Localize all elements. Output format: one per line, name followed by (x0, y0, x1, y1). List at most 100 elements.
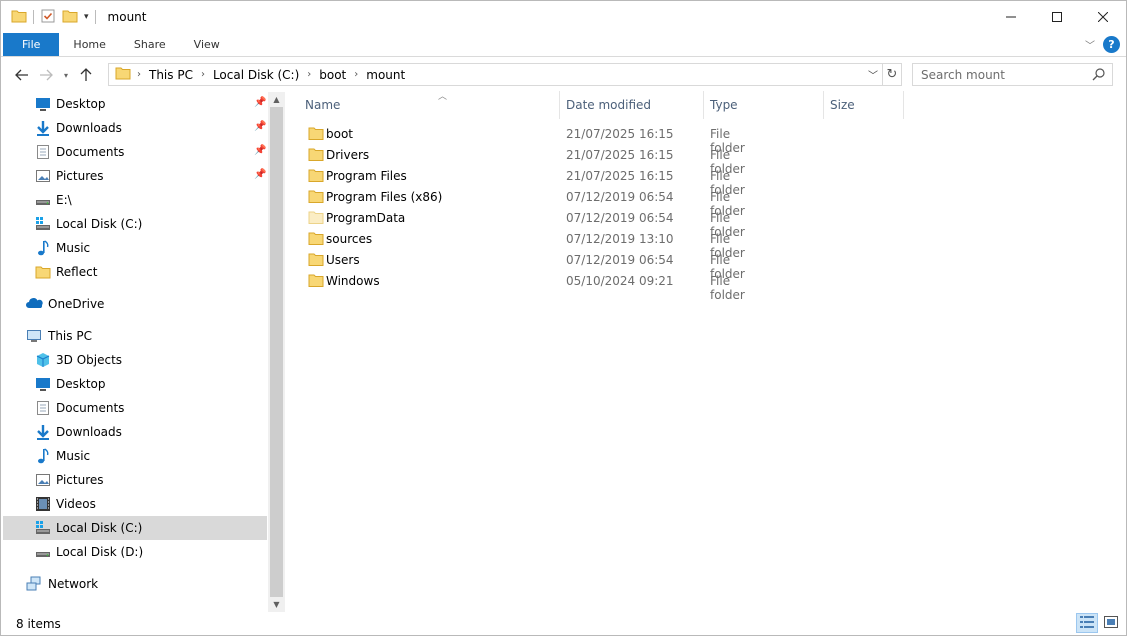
sidebar-item-pictures[interactable]: Pictures 📌 (3, 164, 267, 188)
search-icon (1092, 67, 1106, 84)
pin-icon[interactable]: 📌 (254, 121, 266, 132)
close-button[interactable] (1080, 1, 1126, 33)
sidebar-item-documents[interactable]: Documents 📌 (3, 140, 267, 164)
sidebar-scrollbar[interactable]: ▲ ▼ (268, 92, 285, 612)
search-input[interactable]: Search mount (912, 63, 1113, 86)
sidebar-item-videos[interactable]: Videos (3, 492, 267, 516)
file-row[interactable]: Program Files (x86) 07/12/2019 06:54 Fil… (306, 186, 766, 218)
column-header-name[interactable]: ︿ Name (299, 91, 560, 119)
sidebar-item-pictures-pc[interactable]: Pictures (3, 468, 267, 492)
sidebar-item-label: Local Disk (C:) (56, 217, 143, 231)
sidebar-item-local-disk-c-pc[interactable]: Local Disk (C:) (3, 516, 267, 540)
properties-icon[interactable] (40, 8, 56, 27)
sidebar-item-reflect[interactable]: Reflect (3, 260, 267, 284)
sidebar-item-desktop-pc[interactable]: Desktop (3, 372, 267, 396)
tab-view[interactable]: View (180, 33, 234, 56)
file-name: boot (326, 127, 354, 141)
forward-button[interactable] (35, 64, 57, 86)
file-list: ︿ Name Date modified Type Size boot 21/0… (286, 89, 1126, 609)
sidebar-item-label: Local Disk (C:) (56, 521, 143, 535)
sidebar-item-this-pc[interactable]: This PC (3, 324, 267, 348)
file-row[interactable]: Windows 05/10/2024 09:21 File folder (306, 270, 766, 302)
sidebar-item-downloads-pc[interactable]: Downloads (3, 420, 267, 444)
onedrive-icon (26, 296, 43, 312)
pin-icon[interactable]: 📌 (254, 169, 266, 180)
column-header-size[interactable]: Size (824, 91, 904, 119)
chevron-down-icon[interactable]: ﹀ (868, 67, 878, 82)
refresh-icon: ↻ (886, 67, 898, 82)
sidebar-item-label: This PC (48, 329, 92, 343)
file-row[interactable]: Drivers 21/07/2025 16:15 File folder (306, 144, 766, 176)
file-row[interactable]: boot 21/07/2025 16:15 File folder (306, 123, 766, 155)
window-controls (988, 1, 1126, 33)
downloads-icon (35, 424, 51, 440)
up-button[interactable] (75, 64, 97, 86)
help-icon[interactable]: ? (1103, 36, 1120, 53)
sidebar-item-3d-objects[interactable]: 3D Objects (3, 348, 267, 372)
file-date: 07/12/2019 06:54 (566, 253, 674, 267)
column-header-date[interactable]: Date modified (560, 91, 704, 119)
tab-home[interactable]: Home (59, 33, 119, 56)
tab-share[interactable]: Share (120, 33, 180, 56)
ribbon-right: ﹀ ? (1085, 36, 1120, 53)
sidebar-item-music[interactable]: Music (3, 236, 267, 260)
pin-icon[interactable]: 📌 (254, 97, 266, 108)
scrollbar-thumb[interactable] (270, 107, 283, 597)
sidebar-item-label: Network (48, 577, 99, 591)
scroll-down-icon[interactable]: ▼ (268, 597, 285, 612)
breadcrumb-boot[interactable]: boot (319, 68, 346, 82)
sidebar-item-music-pc[interactable]: Music (3, 444, 267, 468)
expand-ribbon-icon[interactable]: ﹀ (1085, 37, 1095, 52)
refresh-button[interactable]: ↻ (883, 63, 902, 86)
sidebar-item-e-drive[interactable]: E:\ (3, 188, 267, 212)
sidebar-item-label: Pictures (56, 473, 104, 487)
file-row[interactable]: Program Files 21/07/2025 16:15 File fold… (306, 165, 766, 197)
chevron-right-icon[interactable]: › (307, 69, 311, 80)
address-bar[interactable]: › This PC › Local Disk (C:) › boot › mou… (108, 63, 883, 86)
chevron-right-icon[interactable]: › (354, 69, 358, 80)
sidebar-item-label: 3D Objects (56, 353, 123, 367)
system-drive-icon (35, 216, 51, 232)
file-row[interactable]: Users 07/12/2019 06:54 File folder (306, 249, 766, 281)
sidebar-item-downloads[interactable]: Downloads 📌 (3, 116, 267, 140)
drive-icon (35, 544, 51, 560)
file-date: 05/10/2024 09:21 (566, 274, 674, 288)
details-view-icon (1080, 615, 1094, 631)
breadcrumb-local-disk[interactable]: Local Disk (C:) (213, 68, 299, 82)
sidebar-item-network[interactable]: Network (3, 572, 267, 596)
sidebar-item-onedrive[interactable]: OneDrive (3, 292, 267, 316)
scroll-up-icon[interactable]: ▲ (268, 92, 285, 107)
file-date: 21/07/2025 16:15 (566, 148, 674, 162)
customize-toolbar-icon[interactable]: ▾ (84, 12, 89, 22)
details-view-button[interactable] (1076, 613, 1098, 633)
sidebar-item-label: Music (56, 449, 91, 463)
sidebar-item-local-disk-d[interactable]: Local Disk (D:) (3, 540, 267, 564)
navigation-bar: ▾ › This PC › Local Disk (C:) › boot › m… (1, 61, 1126, 89)
folder-icon (35, 264, 51, 280)
minimize-button[interactable] (988, 1, 1034, 33)
file-row[interactable]: ProgramData 07/12/2019 06:54 File folder (306, 207, 766, 239)
nav-buttons: ▾ (11, 64, 97, 86)
folder-icon (115, 65, 131, 84)
sidebar-item-desktop[interactable]: Desktop 📌 (3, 92, 267, 116)
chevron-right-icon[interactable]: › (137, 69, 141, 80)
chevron-right-icon[interactable]: › (201, 69, 205, 80)
maximize-button[interactable] (1034, 1, 1080, 33)
breadcrumb-this-pc[interactable]: This PC (149, 68, 193, 82)
breadcrumb-mount[interactable]: mount (366, 68, 405, 82)
back-button[interactable] (11, 64, 33, 86)
column-header-label: Type (710, 98, 738, 112)
recent-locations-button[interactable]: ▾ (59, 64, 73, 86)
file-row[interactable]: sources 07/12/2019 13:10 File folder (306, 228, 766, 260)
sidebar-item-label: Documents (56, 401, 125, 415)
computer-icon (26, 328, 42, 344)
sidebar-item-documents-pc[interactable]: Documents (3, 396, 267, 420)
view-switcher (1076, 613, 1122, 633)
tab-file[interactable]: File (3, 33, 60, 56)
pin-icon[interactable]: 📌 (254, 145, 266, 156)
new-folder-icon[interactable] (62, 8, 78, 27)
column-header-type[interactable]: Type (704, 91, 824, 119)
sidebar-item-local-disk-c[interactable]: Local Disk (C:) (3, 212, 267, 236)
large-icons-view-button[interactable] (1100, 613, 1122, 633)
videos-icon (35, 496, 51, 512)
